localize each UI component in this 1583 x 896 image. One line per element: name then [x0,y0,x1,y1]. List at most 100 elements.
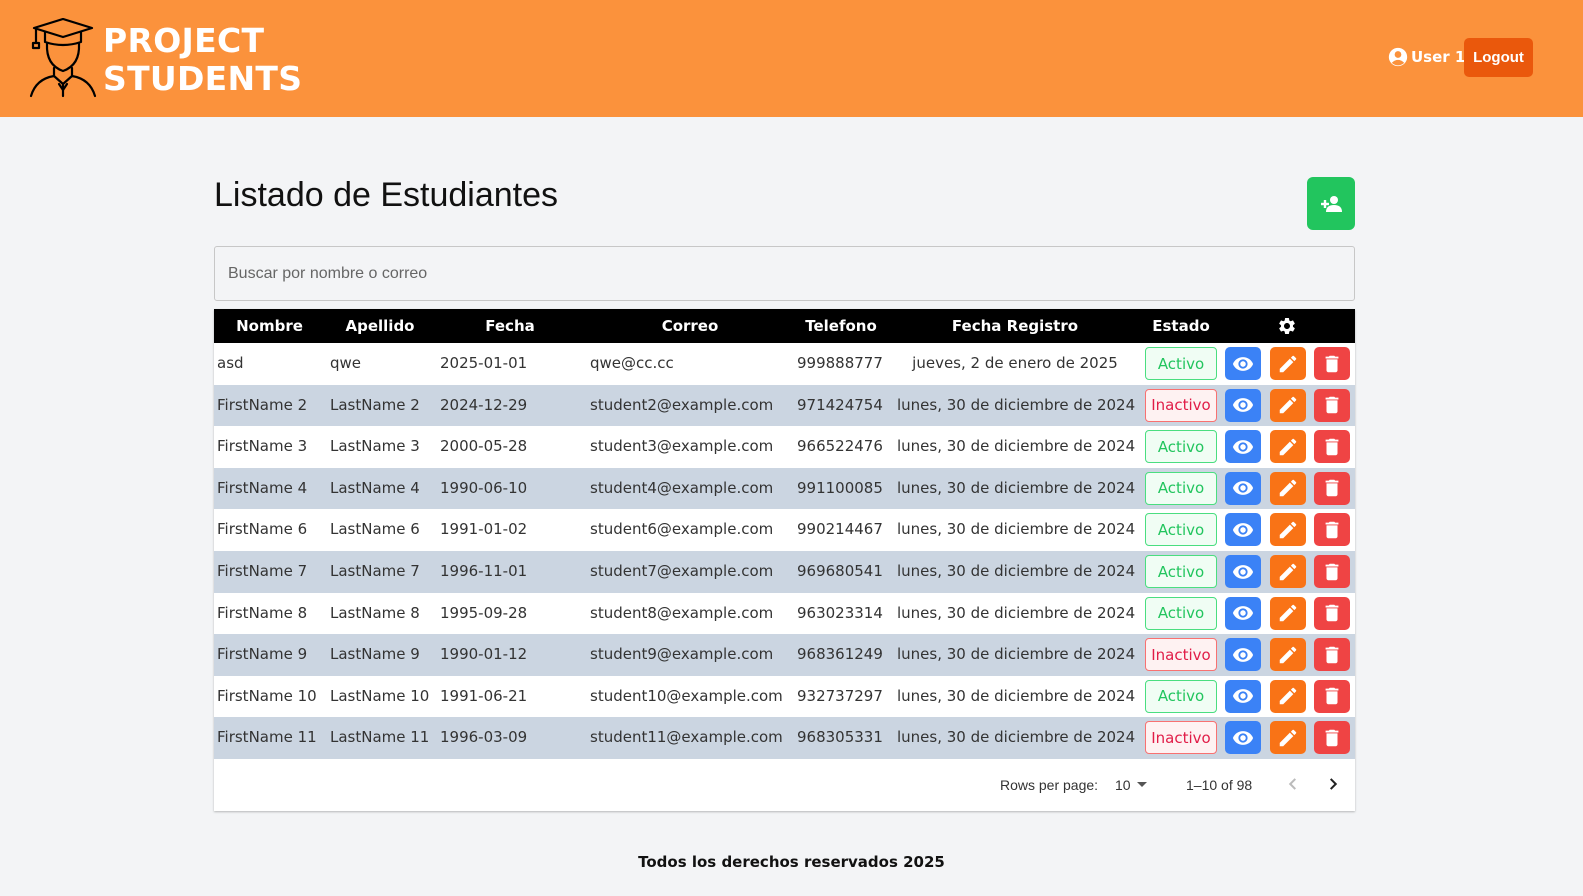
table-row: FirstName 4 LastName 4 1990-06-10 student4@… [214,467,1355,510]
trash-icon [1325,563,1339,580]
cell-correo: student11@example.com [590,728,783,747]
eye-icon [1232,606,1254,620]
status-badge: Inactivo [1145,638,1217,672]
previous-page-icon[interactable] [1282,773,1304,795]
user-menu[interactable]: User 1 [1388,47,1465,67]
edit-button[interactable] [1270,471,1306,505]
cell-fecha-registro: lunes, 30 de diciembre de 2024 [897,603,1136,622]
edit-button[interactable] [1270,721,1306,755]
edit-button[interactable] [1270,555,1306,588]
delete-button[interactable] [1314,596,1350,630]
view-button[interactable] [1225,721,1261,755]
cell-telefono: 969680541 [797,562,883,580]
cell-fecha-nacimiento: 1990-01-12 [440,645,528,664]
app-header: PROJECT STUDENTS User 1 Logout [0,0,1583,117]
edit-button[interactable] [1270,596,1306,630]
cell-telefono: 932737297 [797,686,883,705]
column-header-correo[interactable]: Correo [585,309,795,343]
delete-button[interactable] [1314,638,1350,672]
logout-button[interactable]: Logout [1464,38,1533,77]
cell-nombre: asd [217,354,244,372]
status-badge: Activo [1145,471,1217,505]
trash-icon [1325,438,1339,455]
view-button[interactable] [1225,638,1261,672]
view-button[interactable] [1225,679,1261,713]
edit-button[interactable] [1270,679,1306,713]
cell-telefono: 971424754 [797,395,883,414]
delete-button[interactable] [1314,471,1350,505]
delete-button[interactable] [1314,721,1350,755]
eye-icon [1232,398,1254,412]
edit-button[interactable] [1270,388,1306,422]
table-row: FirstName 11 LastName 11 1996-03-09 student… [214,717,1355,759]
delete-button[interactable] [1314,430,1350,464]
cell-apellido: LastName 3 [330,437,420,456]
cell-correo: qwe@cc.cc [590,354,674,372]
cell-telefono: 963023314 [797,603,883,622]
pencil-icon [1279,688,1297,705]
cell-fecha-registro: lunes, 30 de diciembre de 2024 [897,478,1136,497]
view-button[interactable] [1225,388,1261,422]
status-badge: Activo [1145,679,1217,713]
cell-nombre: FirstName 10 [217,686,317,705]
table-header: Nombre Apellido Fecha Nacimiento Correo … [214,309,1355,369]
column-header-fecha-registro[interactable]: Fecha Registro [897,309,1133,343]
delete-button[interactable] [1314,347,1350,380]
cell-nombre: FirstName 8 [217,603,308,622]
cell-apellido: LastName 6 [330,520,420,539]
rows-per-page-select[interactable]: 10 [1115,777,1147,793]
cell-apellido: LastName 2 [330,395,420,414]
cell-fecha-nacimiento: 1991-06-21 [440,686,528,705]
view-button[interactable] [1225,555,1261,588]
add-student-button[interactable] [1307,177,1355,230]
eye-icon [1232,481,1254,496]
edit-button[interactable] [1270,430,1306,464]
cell-fecha-nacimiento: 1991-01-02 [440,520,528,539]
view-button[interactable] [1225,471,1261,505]
cell-apellido: LastName 11 [330,728,430,747]
eye-icon [1232,689,1254,704]
cell-fecha-registro: lunes, 30 de diciembre de 2024 [897,395,1136,414]
column-header-estado[interactable]: Estado [1143,309,1219,343]
pencil-icon [1279,438,1297,455]
cell-fecha-nacimiento: 2000-05-28 [440,437,528,456]
cell-apellido: LastName 4 [330,478,420,497]
cell-correo: student9@example.com [590,645,774,664]
trash-icon [1325,646,1339,663]
column-header-telefono[interactable]: Telefono [795,309,887,343]
edit-button[interactable] [1270,638,1306,672]
cell-nombre: FirstName 6 [217,520,308,539]
cell-telefono: 991100085 [797,478,883,497]
delete-button[interactable] [1314,513,1350,547]
cell-correo: student4@example.com [590,478,774,497]
user-avatar-icon [1388,47,1408,67]
brand-line-1: PROJECT [103,21,265,60]
trash-icon [1325,396,1339,414]
cell-apellido: LastName 7 [330,562,420,580]
cell-telefono: 990214467 [797,520,883,539]
edit-button[interactable] [1270,513,1306,547]
view-button[interactable] [1225,513,1261,547]
cell-apellido: LastName 8 [330,603,420,622]
eye-icon [1232,564,1254,579]
view-button[interactable] [1225,430,1261,464]
column-header-apellido[interactable]: Apellido [325,309,435,343]
view-button[interactable] [1225,347,1261,380]
column-header-fecha-nacimiento[interactable]: Fecha Nacimiento [435,309,585,369]
edit-button[interactable] [1270,347,1306,380]
cell-fecha-nacimiento: 2025-01-01 [440,354,528,372]
delete-button[interactable] [1314,679,1350,713]
delete-button[interactable] [1314,388,1350,422]
status-badge: Inactivo [1145,721,1217,755]
table-row: FirstName 9 LastName 9 1990-01-12 student9@… [214,634,1355,676]
cell-correo: student8@example.com [590,603,774,622]
column-header-nombre[interactable]: Nombre [214,309,325,343]
cell-fecha-nacimiento: 1990-06-10 [440,478,528,497]
cell-correo: student2@example.com [590,395,774,414]
search-input[interactable] [214,246,1355,301]
app-brand[interactable]: PROJECT STUDENTS [103,22,302,98]
delete-button[interactable] [1314,555,1350,588]
next-page-icon[interactable] [1322,773,1344,795]
cell-nombre: FirstName 3 [217,437,308,456]
view-button[interactable] [1225,596,1261,630]
